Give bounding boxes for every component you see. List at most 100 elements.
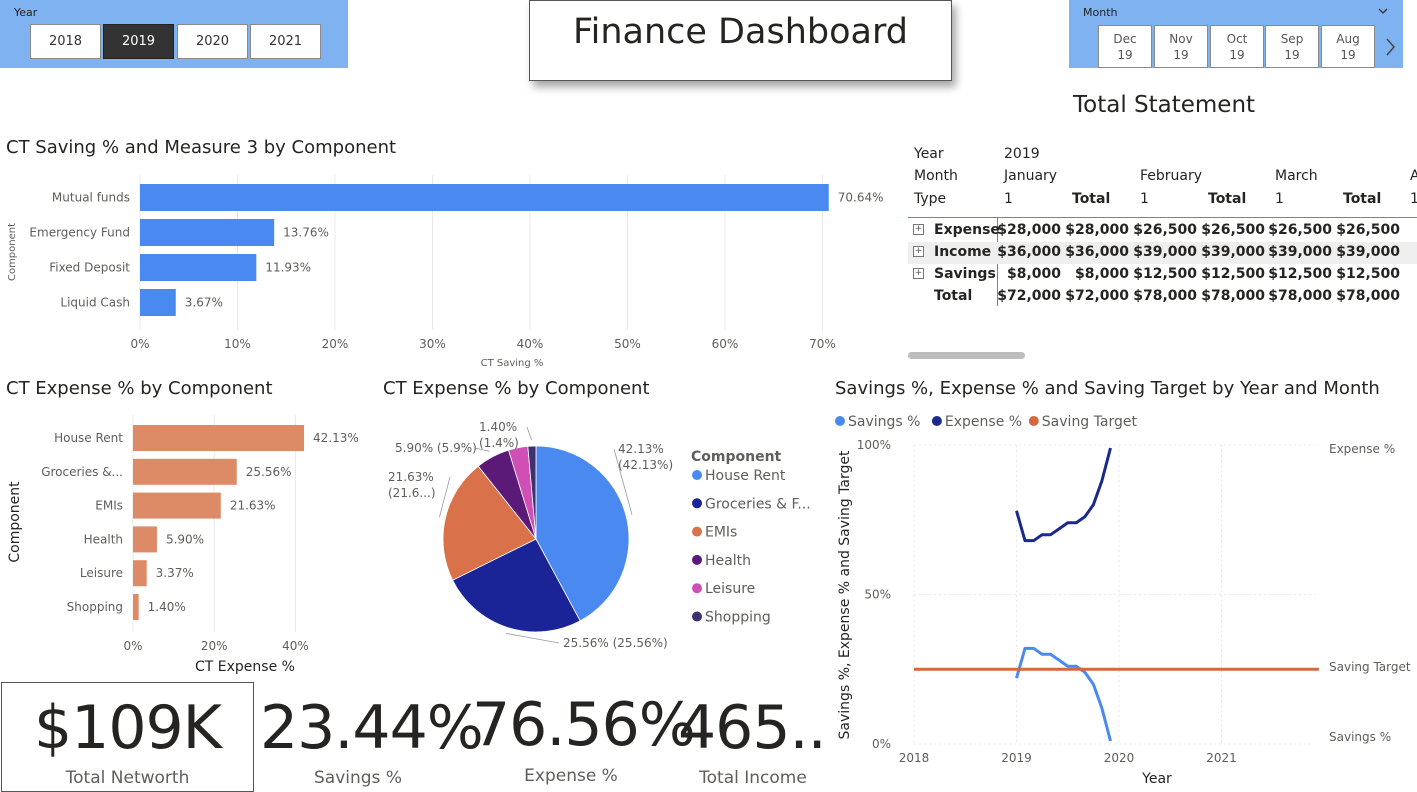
legend-item[interactable]: Health [705, 553, 751, 569]
type-header: Total [1208, 191, 1247, 207]
category-label: Groceries &... [41, 465, 123, 479]
chevron-right-icon[interactable] [1383, 36, 1397, 58]
category-label: Fixed Deposit [49, 261, 130, 275]
series-end-label: Expense % [1329, 442, 1395, 456]
series-line[interactable] [1015, 447, 1112, 543]
cell-value: $39,000 [1201, 244, 1265, 260]
expense-pct-label: Expense % [524, 766, 618, 786]
month-option-sep[interactable]: Sep 19 [1265, 25, 1319, 68]
x-tick-label: 2019 [1001, 751, 1032, 765]
cell-value: $78,000 [1336, 288, 1400, 304]
legend-item[interactable]: Expense % [945, 414, 1022, 430]
category-label: EMIs [95, 499, 123, 513]
legend-item[interactable]: Groceries & F... [705, 496, 811, 512]
type-header: 1 [1004, 191, 1013, 207]
expand-icon[interactable]: + [913, 268, 924, 279]
legend-item[interactable]: Savings % [848, 414, 920, 430]
legend-item[interactable]: Saving Target [1042, 414, 1138, 430]
cell-value: $26,500 [1268, 222, 1332, 238]
cell-value: $28,000 [1065, 222, 1129, 238]
month-option-nov[interactable]: Nov 19 [1154, 25, 1208, 68]
data-label: 11.93% [265, 261, 311, 275]
type-header: 1 [1275, 191, 1284, 207]
chevron-down-icon[interactable] [1377, 6, 1389, 16]
x-tick-label: 70% [809, 337, 836, 351]
month-year: 19 [1229, 48, 1245, 62]
networth-label: Total Networth [65, 768, 190, 788]
year-option-2020[interactable]: 2020 [177, 24, 248, 59]
row-label: Income [934, 244, 992, 260]
row-label: Total [934, 288, 973, 304]
cell-value: $39,000 [1268, 244, 1332, 260]
month-option-oct[interactable]: Oct 19 [1210, 25, 1264, 68]
legend-title: Component [691, 449, 782, 465]
cell-value: $8,000 [1006, 266, 1061, 282]
bar[interactable] [133, 458, 237, 485]
cell-value: $12,500 [1268, 266, 1332, 282]
x-tick-label: 20% [322, 337, 349, 351]
cell-value: $36,000 [997, 244, 1061, 260]
legend-item[interactable]: Leisure [705, 581, 755, 597]
type-header: Total [1343, 191, 1382, 207]
horizontal-scrollbar[interactable] [908, 352, 1025, 359]
category-label: House Rent [54, 431, 123, 445]
line-chart-title: Savings %, Expense % and Saving Target b… [835, 378, 1380, 399]
bar[interactable] [140, 289, 176, 316]
x-axis-title: CT Expense % [195, 659, 295, 675]
month-year: 19 [1117, 48, 1133, 62]
month-march: March [1275, 168, 1318, 184]
category-label: Emergency Fund [29, 226, 130, 240]
legend-marker [692, 611, 702, 622]
month-option-dec[interactable]: Dec 19 [1098, 25, 1152, 68]
slice-data-label: (42.13%) [618, 458, 673, 472]
month-february: February [1140, 168, 1203, 184]
expand-icon[interactable]: + [913, 224, 924, 235]
x-tick-label: 2021 [1206, 751, 1237, 765]
slice-data-label: (1.4%) [479, 436, 519, 450]
x-tick-label: 60% [712, 337, 739, 351]
leader-line [526, 426, 533, 441]
bar[interactable] [140, 219, 275, 246]
networth-value: $109K [33, 693, 222, 763]
series-end-label: Saving Target [1329, 660, 1411, 674]
year-option-2021[interactable]: 2021 [250, 24, 321, 59]
savings-pct-label: Savings % [314, 768, 402, 788]
x-tick-label: 2018 [899, 751, 930, 765]
year-option-2018[interactable]: 2018 [30, 24, 101, 59]
savings-expense-line-chart: Savings % Expense % Saving Target 0% 50% 100%… [835, 414, 1411, 787]
year-slicer-title: Year [14, 6, 38, 19]
bar[interactable] [133, 492, 221, 519]
statement-matrix: Year 2019 Month January February March A… [908, 140, 1417, 315]
x-tick-label: 0% [123, 639, 142, 653]
x-tick-label: 30% [419, 337, 446, 351]
cell-value: $12,500 [1201, 266, 1265, 282]
month-option-aug[interactable]: Aug 19 [1321, 25, 1375, 68]
category-label: Leisure [80, 566, 123, 580]
legend-marker [931, 416, 942, 426]
data-label: 1.40% [148, 600, 186, 614]
slice-data-label: 1.40% [479, 420, 517, 434]
y-axis-title: Component [7, 481, 23, 563]
month-slicer: Month Dec 19 Nov 19 Oct 19 Sep 19 Aug 19 [1069, 0, 1403, 68]
type-header: Total [1072, 191, 1111, 207]
bar[interactable] [140, 254, 257, 281]
bar[interactable] [140, 184, 829, 211]
bar[interactable] [133, 526, 157, 553]
expand-icon[interactable]: + [913, 246, 924, 257]
bar[interactable] [133, 560, 147, 587]
bar[interactable] [133, 425, 305, 451]
legend-item[interactable]: Shopping [705, 610, 771, 626]
month-year: 19 [1340, 48, 1356, 62]
slice-data-label: (21.6...) [388, 486, 436, 500]
total-income-label: Total Income [699, 768, 807, 788]
bar[interactable] [133, 594, 139, 620]
month-truncated: A [1410, 168, 1417, 184]
legend-item[interactable]: EMIs [705, 525, 737, 541]
series-line[interactable] [1015, 646, 1112, 742]
leader-line [505, 632, 560, 644]
legend-marker [692, 583, 702, 594]
cell-value: $26,500 [1336, 222, 1400, 238]
year-option-2019[interactable]: 2019 [103, 24, 174, 59]
cell-value: $12,500 [1336, 266, 1400, 282]
legend-item[interactable]: House Rent [705, 468, 786, 484]
